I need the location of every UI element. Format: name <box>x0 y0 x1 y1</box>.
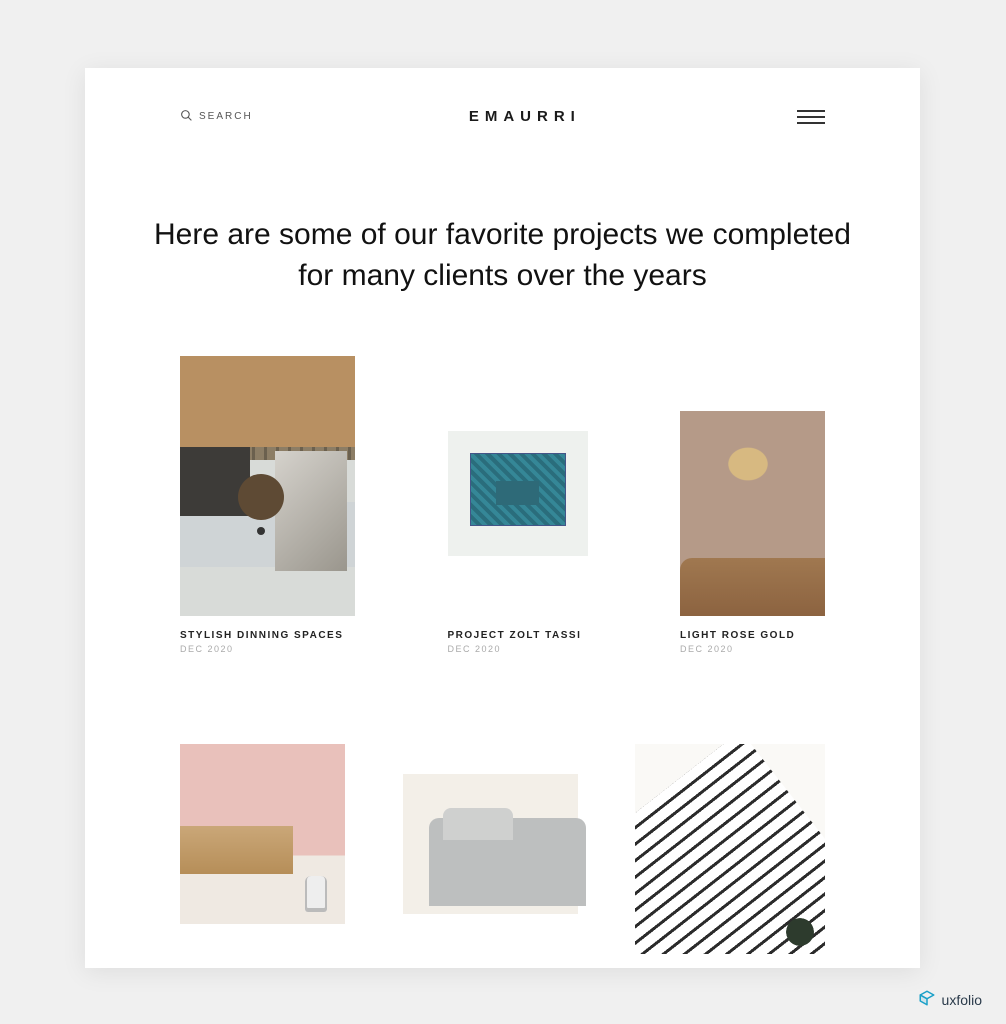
project-title: LIGHT ROSE GOLD <box>680 630 825 641</box>
project-thumbnail <box>680 411 825 616</box>
project-thumbnail <box>180 744 345 924</box>
project-thumbnail <box>180 356 355 616</box>
uxfolio-badge[interactable]: uxfolio <box>918 989 982 1010</box>
portfolio-page: SEARCH EMAURRI Here are some of our favo… <box>85 68 920 968</box>
uxfolio-icon <box>918 989 936 1010</box>
project-thumbnail <box>635 744 825 954</box>
project-title: PROJECT ZOLT TASSI <box>448 630 588 641</box>
project-card[interactable] <box>635 744 825 968</box>
search-icon <box>180 109 193 125</box>
search-button[interactable]: SEARCH <box>180 109 253 125</box>
uxfolio-label: uxfolio <box>942 992 982 1008</box>
project-thumbnail <box>448 431 588 556</box>
project-card[interactable]: PROJECT ZOLT TASSI DEC 2020 <box>448 370 588 654</box>
site-logo[interactable]: EMAURRI <box>469 108 581 125</box>
project-card[interactable] <box>403 744 578 928</box>
site-header: SEARCH EMAURRI <box>85 68 920 125</box>
project-date: DEC 2020 <box>448 644 588 654</box>
page-headline: Here are some of our favorite projects w… <box>85 125 920 356</box>
project-card[interactable]: LIGHT ROSE GOLD DEC 2020 <box>680 370 825 654</box>
menu-icon[interactable] <box>797 110 825 124</box>
project-card[interactable]: STYLISH DINNING SPACES DEC 2020 <box>180 356 355 654</box>
project-row <box>85 744 920 968</box>
project-date: DEC 2020 <box>180 644 355 654</box>
project-card[interactable] <box>180 744 345 938</box>
project-date: DEC 2020 <box>680 644 825 654</box>
search-label: SEARCH <box>199 111 253 122</box>
project-row: STYLISH DINNING SPACES DEC 2020 PROJECT … <box>85 356 920 654</box>
project-thumbnail <box>403 774 578 914</box>
project-title: STYLISH DINNING SPACES <box>180 630 355 641</box>
